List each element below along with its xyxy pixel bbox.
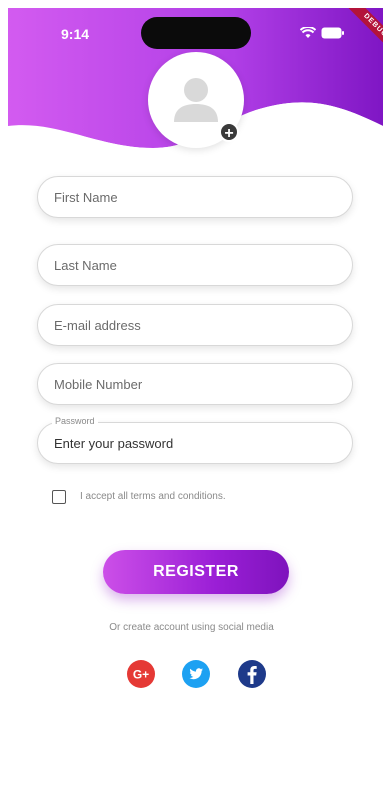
register-button[interactable]: REGISTER bbox=[103, 550, 289, 594]
social-signup-text: Or create account using social media bbox=[109, 622, 274, 633]
google-plus-icon[interactable]: G+ bbox=[126, 659, 156, 689]
password-field[interactable] bbox=[37, 422, 353, 464]
camera-notch bbox=[141, 17, 251, 49]
wifi-icon bbox=[300, 27, 316, 38]
terms-checkbox[interactable] bbox=[52, 490, 66, 504]
twitter-icon[interactable] bbox=[181, 659, 211, 689]
email-field[interactable] bbox=[37, 304, 353, 346]
password-label: Password bbox=[52, 416, 98, 426]
password-input[interactable] bbox=[38, 423, 352, 463]
first-name-field[interactable] bbox=[37, 176, 353, 218]
add-photo-icon[interactable]: + bbox=[219, 122, 239, 142]
terms-label: I accept all terms and conditions. bbox=[80, 491, 226, 502]
last-name-input[interactable] bbox=[38, 245, 352, 285]
mobile-field[interactable] bbox=[37, 363, 353, 405]
debug-banner: DEBUG bbox=[325, 8, 383, 68]
first-name-input[interactable] bbox=[38, 177, 352, 217]
mobile-input[interactable] bbox=[38, 364, 352, 404]
last-name-field[interactable] bbox=[37, 244, 353, 286]
status-time: 9:14 bbox=[61, 26, 90, 42]
email-input[interactable] bbox=[38, 305, 352, 345]
svg-text:G+: G+ bbox=[133, 668, 149, 682]
facebook-icon[interactable] bbox=[237, 659, 267, 689]
